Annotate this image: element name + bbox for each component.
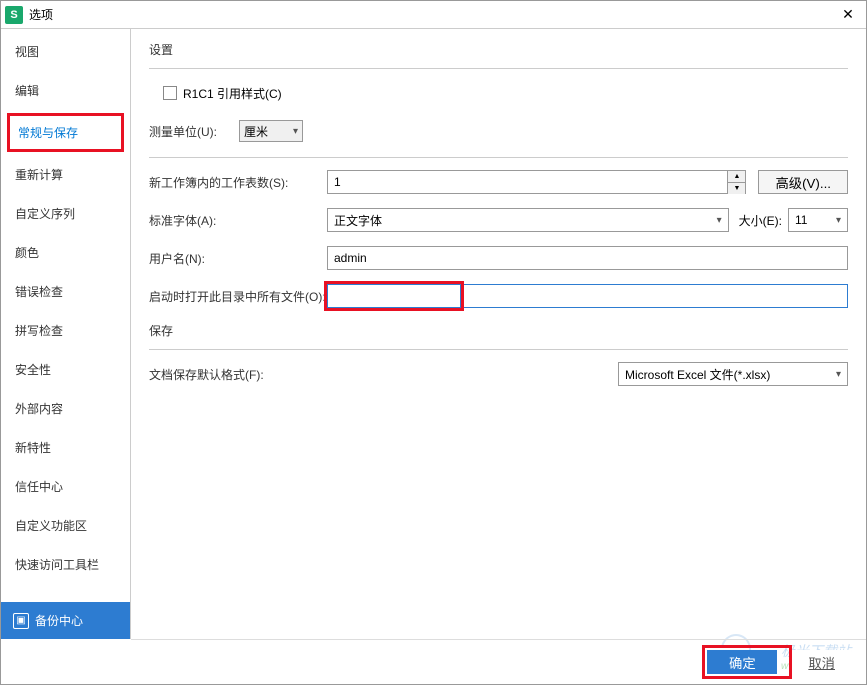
sidebar-item-color[interactable]: 颜色	[7, 236, 124, 269]
sidebar-item-view[interactable]: 视图	[7, 35, 124, 68]
backup-label: 备份中心	[35, 612, 83, 629]
settings-section-title: 设置	[149, 41, 848, 58]
footer: 极光下载站 www.xz7.com 确定 取消	[131, 639, 866, 684]
main-panel: 设置 R1C1 引用样式(C) 测量单位(U): 厘米 新工作簿内的工作表数(S…	[131, 29, 866, 639]
save-section-title: 保存	[149, 322, 848, 339]
sidebar-item-edit[interactable]: 编辑	[7, 74, 124, 107]
username-label: 用户名(N):	[149, 250, 327, 267]
spinner-up[interactable]: ▲	[728, 171, 745, 183]
sidebar-item-quick-access[interactable]: 快速访问工具栏	[7, 548, 124, 581]
startup-path-label: 启动时打开此目录中所有文件(O):	[149, 288, 327, 305]
app-icon: S	[5, 6, 23, 24]
format-value: Microsoft Excel 文件(*.xlsx)	[625, 366, 770, 383]
sidebar-item-security[interactable]: 安全性	[7, 353, 124, 386]
close-button[interactable]: ✕	[834, 1, 862, 29]
unit-select[interactable]: 厘米	[239, 120, 303, 142]
backup-center-button[interactable]: ▣ 备份中心	[1, 602, 130, 639]
sidebar-item-general-save[interactable]: 常规与保存	[7, 113, 124, 152]
format-label: 文档保存默认格式(F):	[149, 366, 327, 383]
divider	[149, 157, 848, 158]
sheets-spinner[interactable]: ▲ ▼	[327, 170, 746, 194]
startup-path-input-highlight[interactable]	[327, 284, 461, 308]
font-label: 标准字体(A):	[149, 212, 327, 229]
titlebar: S 选项 ✕	[1, 1, 866, 29]
sheets-label: 新工作簿内的工作表数(S):	[149, 174, 327, 191]
size-label: 大小(E):	[739, 212, 782, 229]
sidebar-item-spell-check[interactable]: 拼写检查	[7, 314, 124, 347]
sidebar-item-error-check[interactable]: 错误检查	[7, 275, 124, 308]
spinner-down[interactable]: ▼	[728, 183, 745, 194]
sidebar: 视图 编辑 常规与保存 重新计算 自定义序列 颜色 错误检查 拼写检查 安全性 …	[1, 29, 131, 639]
sidebar-item-trust-center[interactable]: 信任中心	[7, 470, 124, 503]
sidebar-item-external[interactable]: 外部内容	[7, 392, 124, 425]
sheets-input[interactable]	[328, 171, 727, 193]
ok-button[interactable]: 确定	[707, 650, 777, 674]
backup-icon: ▣	[13, 613, 29, 629]
font-select[interactable]: 正文字体	[327, 208, 729, 232]
size-select[interactable]: 11	[788, 208, 848, 232]
unit-label: 测量单位(U):	[149, 123, 239, 140]
divider	[149, 68, 848, 69]
sidebar-item-recalc[interactable]: 重新计算	[7, 158, 124, 191]
sidebar-item-new-features[interactable]: 新特性	[7, 431, 124, 464]
sidebar-item-custom-list[interactable]: 自定义序列	[7, 197, 124, 230]
font-value: 正文字体	[334, 212, 382, 229]
format-select[interactable]: Microsoft Excel 文件(*.xlsx)	[618, 362, 848, 386]
size-value: 11	[795, 213, 807, 227]
r1c1-label: R1C1 引用样式(C)	[183, 85, 282, 102]
r1c1-checkbox[interactable]	[163, 86, 177, 100]
unit-value: 厘米	[244, 123, 268, 140]
sidebar-item-customize-ribbon[interactable]: 自定义功能区	[7, 509, 124, 542]
advanced-button[interactable]: 高级(V)...	[758, 170, 848, 194]
cancel-button[interactable]: 取消	[792, 650, 851, 674]
divider	[149, 349, 848, 350]
window-title: 选项	[29, 6, 834, 23]
username-input[interactable]	[327, 246, 848, 270]
